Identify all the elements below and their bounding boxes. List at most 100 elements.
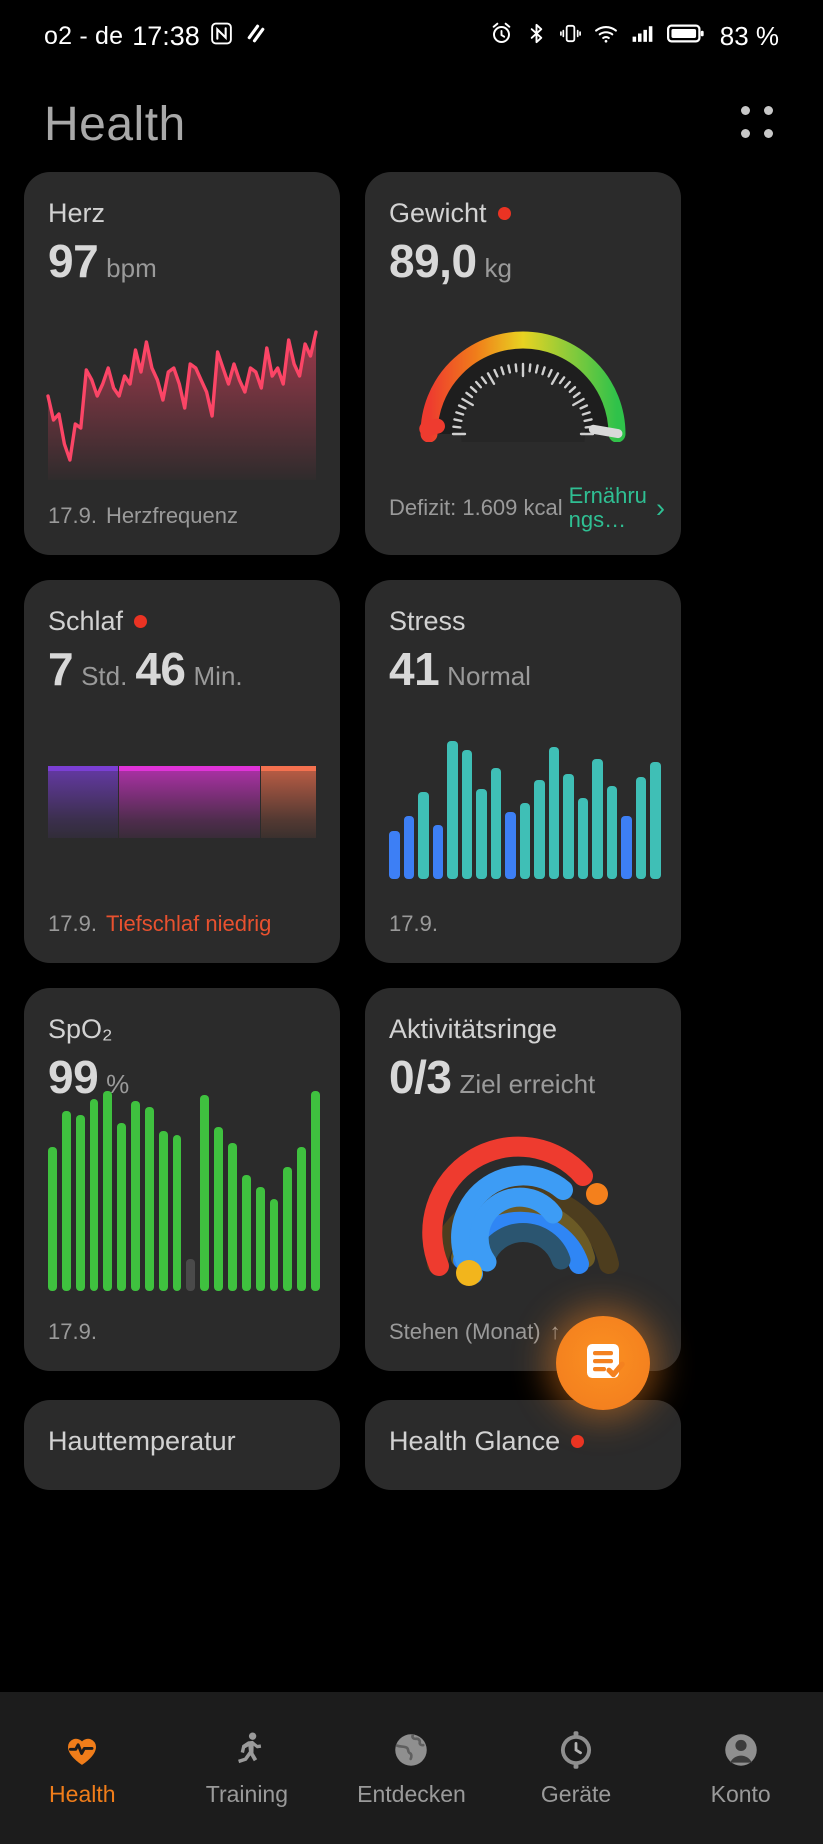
spo2-bar [75, 1115, 85, 1291]
page-title: Health [44, 97, 186, 151]
nav-label-training: Training [205, 1781, 289, 1807]
spo2-bar [269, 1199, 279, 1291]
spo2-bar [103, 1091, 113, 1291]
globe-icon [389, 1728, 433, 1772]
card-aktivitaetsringe-unit: Ziel erreicht [459, 1069, 596, 1099]
app-screen: o2 - de 17:38 83 % Health Herz 97 bpm 17… [0, 0, 823, 1844]
spo2-bar [227, 1143, 237, 1291]
card-stress-unit: Normal [447, 661, 531, 691]
card-spo2-footer-date: 17.9. [48, 1319, 97, 1344]
stress-bar [592, 759, 603, 879]
spo2-bar-chart [48, 1091, 320, 1291]
stress-bar [548, 747, 560, 879]
stress-bar [447, 741, 458, 879]
card-herz[interactable]: Herz 97 bpm 17.9. Herzfrequenz [24, 172, 340, 555]
stress-bar [519, 802, 531, 879]
card-gewicht[interactable]: Gewicht 89,0 kg Defizit: 1.609 kcal Ernä… [365, 172, 681, 555]
status-bar-right: 83 % [489, 21, 779, 52]
card-hauttemperatur[interactable]: Hauttemperatur [24, 1400, 340, 1490]
card-aktivitaetsringe-footer: Stehen (Monat) ↑ [389, 1319, 561, 1345]
card-stress[interactable]: Stress 41 Normal 17.9. [365, 580, 681, 963]
card-aktivitaetsringe-footer-text: Stehen (Monat) [389, 1319, 541, 1344]
stress-bar [621, 816, 632, 879]
stress-bar [606, 786, 618, 879]
stress-bar [650, 762, 661, 879]
stress-bar [461, 750, 473, 879]
spo2-bar [311, 1091, 320, 1291]
alert-dot-icon [497, 207, 511, 220]
spo2-bar [117, 1123, 127, 1291]
stress-bar-chart [389, 729, 661, 879]
app-header: Health [0, 80, 823, 168]
card-aktivitaetsringe-value: 0/3 [389, 1051, 452, 1103]
nav-item-konto[interactable]: Konto [658, 1728, 823, 1808]
nav-item-training[interactable]: Training [165, 1728, 330, 1808]
nav-item-geraete[interactable]: Geräte [494, 1728, 659, 1808]
sleep-stage-segment [259, 766, 316, 838]
nav-item-entdecken[interactable]: Entdecken [329, 1728, 494, 1808]
card-herz-footer-text: Herzfrequenz [105, 503, 239, 528]
status-bar-left: o2 - de 17:38 [44, 21, 268, 52]
watch-icon [554, 1728, 598, 1772]
card-herz-title-label: Herz [48, 198, 106, 228]
card-stress-title-label: Stress [389, 606, 466, 636]
card-gewicht-footer: Defizit: 1.609 kcal Ernährungs… › [389, 484, 665, 533]
spo2-bar [61, 1111, 71, 1291]
spo2-bar [255, 1187, 265, 1291]
card-gewicht-value-row: 89,0 kg [389, 235, 657, 288]
spo2-bar [89, 1099, 99, 1291]
alarm-icon [489, 21, 514, 51]
card-spo2-title-label: SpO₂ [48, 1014, 113, 1044]
card-schlaf-hours-unit: Std. [81, 661, 128, 691]
card-schlaf-minutes: 46 [135, 643, 186, 695]
card-stress-title: Stress [389, 606, 657, 637]
card-health-glance-title-label: Health Glance [389, 1426, 561, 1456]
note-edit-icon [579, 1337, 627, 1390]
vibrate-icon [559, 21, 582, 51]
nav-label-health: Health [49, 1781, 116, 1807]
sleep-stage-segment [117, 766, 260, 838]
stress-bar [418, 792, 429, 879]
card-aktivitaetsringe-value-row: 0/3 Ziel erreicht [389, 1051, 657, 1104]
card-gewicht-value: 89,0 [389, 235, 477, 287]
card-aktivitaetsringe-title-label: Aktivitätsringe [389, 1014, 558, 1044]
card-herz-title: Herz [48, 198, 316, 229]
battery-icon [666, 21, 705, 51]
heart-pulse-icon [60, 1728, 104, 1772]
more-options-icon[interactable] [741, 106, 777, 142]
spo2-bar [172, 1135, 182, 1291]
card-hauttemperatur-title-label: Hauttemperatur [48, 1426, 236, 1456]
nfc-icon [209, 21, 234, 51]
bluetooth-icon [525, 21, 548, 51]
stress-bar [476, 789, 487, 879]
card-spo2[interactable]: SpO₂ 99 % 17.9. [24, 988, 340, 1371]
stress-bar [577, 798, 589, 879]
wifi-icon [593, 21, 619, 51]
nav-label-konto: Konto [710, 1781, 771, 1807]
cellular-signal-icon [630, 21, 656, 51]
chevron-right-icon[interactable]: › [656, 493, 665, 524]
account-icon [719, 1728, 763, 1772]
nav-label-geraete: Geräte [540, 1781, 612, 1807]
card-stress-value-row: 41 Normal [389, 643, 657, 696]
card-health-glance[interactable]: Health Glance [365, 1400, 681, 1490]
spo2-bar [144, 1107, 154, 1291]
spo2-bar [131, 1101, 140, 1291]
nutrition-link[interactable]: Ernährungs… [569, 484, 648, 533]
card-schlaf-footer: 17.9. Tiefschlaf niedrig [48, 911, 271, 937]
nav-label-entdecken: Entdecken [357, 1781, 466, 1807]
card-aktivitaetsringe[interactable]: Aktivitätsringe 0/3 Ziel erreicht Stehen… [365, 988, 681, 1371]
spo2-bar [200, 1095, 210, 1291]
add-record-fab[interactable] [556, 1316, 650, 1410]
spo2-bar [214, 1127, 223, 1291]
card-herz-value-row: 97 bpm [48, 235, 316, 288]
stress-bar [432, 825, 444, 879]
card-health-glance-title: Health Glance [389, 1426, 657, 1457]
battery-percent-label: 83 % [719, 20, 779, 51]
card-schlaf[interactable]: Schlaf 7 Std. 46 Min. 17.9. Tiefschlaf n… [24, 580, 340, 963]
nav-item-health[interactable]: Health [0, 1728, 165, 1808]
card-herz-unit: bpm [106, 253, 157, 283]
card-herz-footer-date: 17.9. [48, 503, 97, 528]
card-herz-value: 97 [48, 235, 99, 287]
schlaf-stage-chart [48, 766, 316, 838]
